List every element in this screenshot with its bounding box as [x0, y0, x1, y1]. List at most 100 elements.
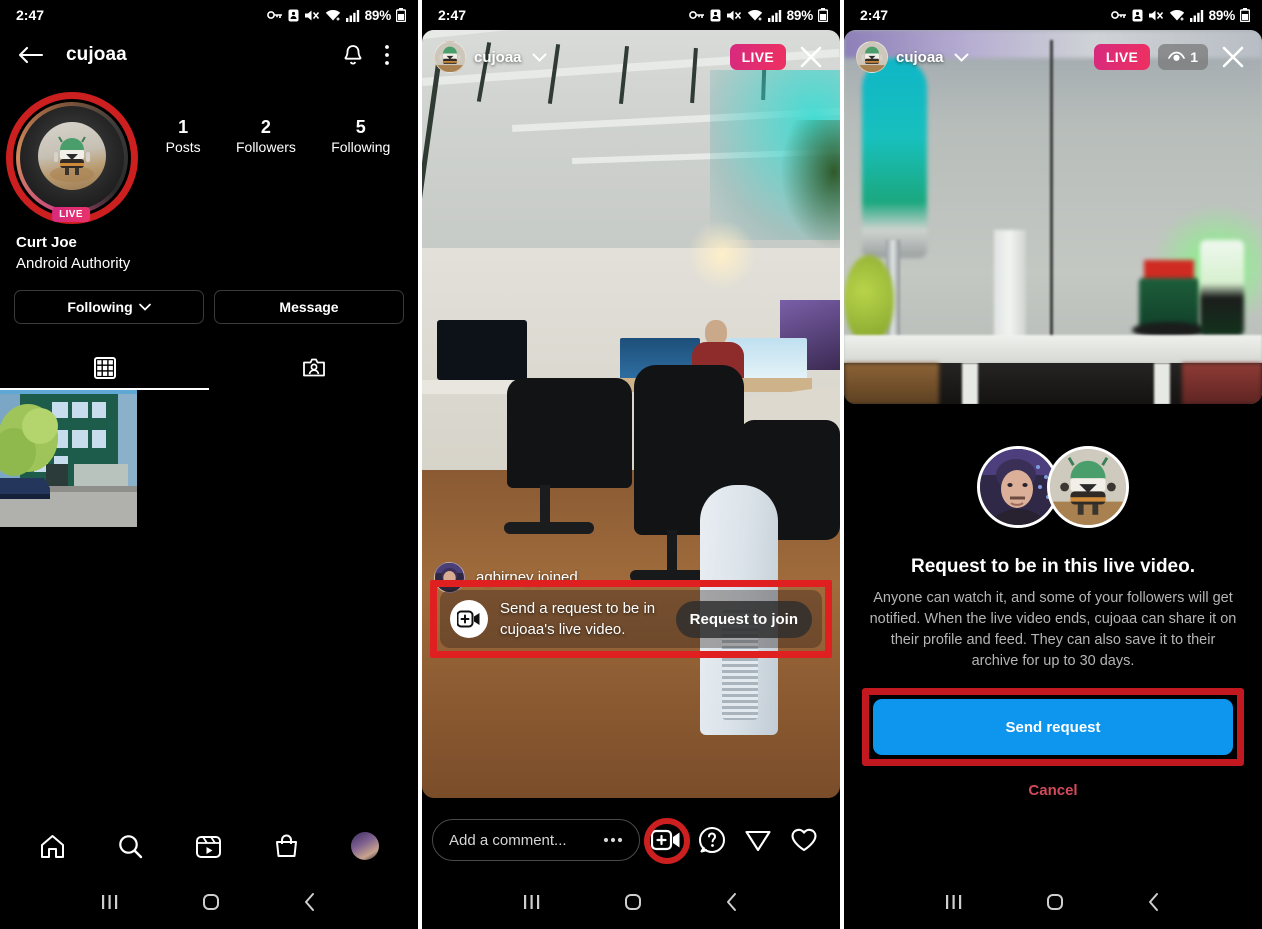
battery-percent: 89% — [786, 7, 814, 23]
live-comment-bar: Add a comment... — [422, 806, 840, 874]
add-video-icon — [450, 600, 488, 638]
mute-icon — [726, 10, 741, 20]
nav-reels-icon[interactable] — [195, 833, 222, 860]
panel-profile: 2:47 89% cujoaa LIVE 1 Posts 2 Followers… — [0, 0, 418, 929]
request-to-join-card[interactable]: Send a request to be in cujoaa's live vi… — [440, 590, 822, 648]
cancel-button[interactable]: Cancel — [862, 782, 1244, 799]
broadcaster-avatar[interactable] — [856, 41, 888, 73]
vpn-key-icon — [688, 11, 704, 19]
stat-posts[interactable]: 1 Posts — [166, 116, 201, 157]
recents-icon[interactable] — [99, 892, 121, 912]
profile-header: cujoaa — [0, 30, 418, 80]
stat-followers[interactable]: 2 Followers — [236, 116, 296, 157]
question-button[interactable] — [692, 820, 732, 860]
profile-action-buttons: Following Message — [0, 274, 418, 324]
more-horizontal-icon[interactable] — [603, 837, 623, 843]
live-badge: LIVE — [52, 207, 90, 222]
request-to-join-button[interactable]: Request to join — [675, 600, 812, 638]
vpn-key-icon — [1110, 11, 1126, 19]
nav-profile-avatar[interactable] — [350, 832, 379, 860]
profile-avatar-live[interactable]: LIVE — [0, 86, 142, 228]
add-video-button[interactable] — [644, 818, 690, 864]
heart-icon — [791, 828, 817, 852]
live-header: cujoaa LIVE — [422, 30, 840, 84]
more-vertical-icon[interactable] — [370, 38, 404, 72]
recents-icon[interactable] — [521, 892, 543, 912]
stat-following[interactable]: 5 Following — [331, 116, 390, 157]
app-bottom-nav — [0, 818, 418, 874]
nav-search-icon[interactable] — [117, 833, 144, 860]
request-card-text: Send a request to be in cujoaa's live vi… — [500, 600, 656, 638]
message-button-label: Message — [279, 299, 339, 315]
recents-icon[interactable] — [943, 892, 965, 912]
system-navigation-bar — [422, 874, 840, 929]
home-icon[interactable] — [200, 891, 222, 913]
live-video-shell: cujoaa LIVE agbirney joined Send a reque… — [422, 30, 840, 874]
mute-icon — [304, 10, 319, 20]
stat-value: 1 — [178, 117, 189, 137]
stat-label: Posts — [165, 139, 201, 155]
back-icon[interactable] — [1145, 891, 1163, 913]
send-button[interactable] — [738, 820, 778, 860]
highlight-ring — [644, 818, 690, 864]
message-button[interactable]: Message — [214, 290, 404, 324]
status-bar: 2:47 89% — [0, 0, 418, 30]
chevron-down-icon[interactable] — [954, 53, 969, 62]
profile-tabs — [0, 346, 418, 390]
live-badge: LIVE — [1093, 44, 1151, 70]
system-navigation-bar — [0, 874, 418, 929]
battery-percent: 89% — [1208, 7, 1236, 23]
nav-shop-icon[interactable] — [273, 833, 300, 860]
system-navigation-bar — [844, 874, 1262, 929]
dialog-title: Request to be in this live video. — [911, 556, 1195, 577]
tab-grid[interactable] — [0, 346, 209, 390]
broadcaster-username[interactable]: cujoaa — [474, 49, 522, 66]
close-icon[interactable] — [1216, 40, 1250, 74]
tagged-person-icon — [302, 358, 325, 377]
nav-home-icon[interactable] — [39, 833, 66, 860]
status-bar-icons: 89% — [688, 7, 828, 23]
panel-live-video: 2:47 89% cujoaa LIVE agbirney joined Sen… — [422, 0, 840, 929]
video-scene-office — [422, 30, 840, 798]
battery-icon — [396, 8, 406, 22]
comment-input[interactable]: Add a comment... — [432, 819, 640, 861]
battery-percent: 89% — [364, 7, 392, 23]
stat-label: Followers — [235, 139, 296, 155]
broadcaster-username[interactable]: cujoaa — [896, 49, 944, 66]
status-bar-time: 2:47 — [16, 7, 45, 23]
status-bar: 2:47 89% — [844, 0, 1262, 30]
profile-display-name: Curt Joe — [16, 234, 77, 251]
do-not-disturb-icon — [1132, 9, 1143, 21]
send-request-button[interactable]: Send request — [873, 699, 1233, 755]
do-not-disturb-icon — [710, 9, 721, 21]
screenshot-triptych: 2:47 89% cujoaa LIVE 1 Posts 2 Followers… — [0, 0, 1262, 929]
tab-tagged[interactable] — [209, 346, 418, 390]
status-bar-icons: 89% — [266, 7, 406, 23]
profile-category: Android Authority — [16, 255, 131, 272]
viewer-count: 1 — [1190, 49, 1198, 65]
like-button[interactable] — [784, 820, 824, 860]
eye-icon — [1168, 51, 1186, 61]
post-thumbnail[interactable] — [0, 390, 137, 527]
live-video-feed[interactable]: cujoaa LIVE agbirney joined Send a reque… — [422, 30, 840, 798]
wifi-icon — [747, 9, 762, 20]
status-bar: 2:47 89% — [422, 0, 840, 30]
viewer-count-badge[interactable]: 1 — [1158, 44, 1208, 70]
close-icon[interactable] — [794, 40, 828, 74]
broadcaster-avatar[interactable] — [434, 41, 466, 73]
live-video-feed[interactable]: cujoaa LIVE 1 — [844, 30, 1262, 404]
stat-label: Following — [331, 139, 391, 155]
live-badge: LIVE — [729, 44, 786, 70]
cellular-signal-icon — [1189, 9, 1203, 22]
back-arrow-icon[interactable] — [14, 38, 48, 72]
bell-icon[interactable] — [336, 38, 370, 72]
home-icon[interactable] — [622, 891, 644, 913]
avatar-image — [38, 122, 106, 190]
following-button[interactable]: Following — [14, 290, 204, 324]
back-icon[interactable] — [723, 891, 741, 913]
following-button-label: Following — [67, 299, 133, 315]
chevron-down-icon[interactable] — [532, 53, 547, 62]
back-icon[interactable] — [301, 891, 319, 913]
home-icon[interactable] — [1044, 891, 1066, 913]
dialog-body: Anyone can watch it, and some of your fo… — [869, 590, 1237, 669]
